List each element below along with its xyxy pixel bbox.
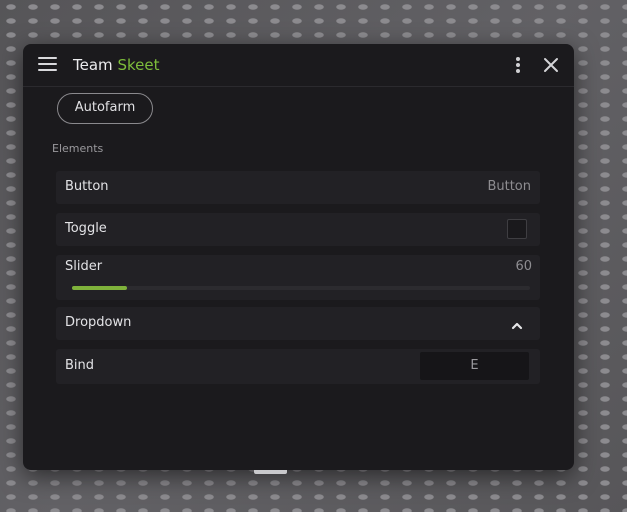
- section-label-elements: Elements: [52, 142, 104, 155]
- slider-fill[interactable]: [72, 286, 127, 290]
- slider-track[interactable]: [72, 286, 530, 290]
- chevron-up-icon[interactable]: [510, 317, 524, 330]
- button-element-label: Button: [65, 179, 109, 194]
- dropdown-element-label: Dropdown: [65, 315, 132, 330]
- hamburger-icon[interactable]: [38, 57, 57, 72]
- title-prefix: Team: [73, 56, 113, 74]
- bind-element: Bind E: [56, 349, 540, 384]
- toggle-element[interactable]: Toggle: [56, 213, 540, 246]
- button-element[interactable]: Button Button: [56, 171, 540, 204]
- toggle-checkbox[interactable]: [507, 219, 527, 239]
- keybind-box[interactable]: E: [420, 352, 529, 380]
- background-tab: [254, 470, 287, 474]
- window-title: Team Skeet: [73, 56, 159, 74]
- slider-element-label: Slider: [65, 259, 103, 274]
- bind-element-label: Bind: [65, 358, 95, 373]
- kebab-icon[interactable]: [513, 56, 523, 74]
- slider-element: Slider 60: [56, 255, 540, 300]
- title-bar[interactable]: Team Skeet: [23, 44, 574, 87]
- tab-autofarm[interactable]: Autofarm: [57, 93, 153, 124]
- button-element-value: Button: [487, 179, 531, 194]
- toggle-element-label: Toggle: [65, 221, 107, 236]
- slider-value: 60: [515, 259, 532, 274]
- close-icon[interactable]: [541, 55, 561, 75]
- title-accent: Skeet: [117, 56, 160, 74]
- app-window: Team Skeet Autofarm Elements Button Butt…: [23, 44, 574, 470]
- dropdown-element[interactable]: Dropdown: [56, 307, 540, 340]
